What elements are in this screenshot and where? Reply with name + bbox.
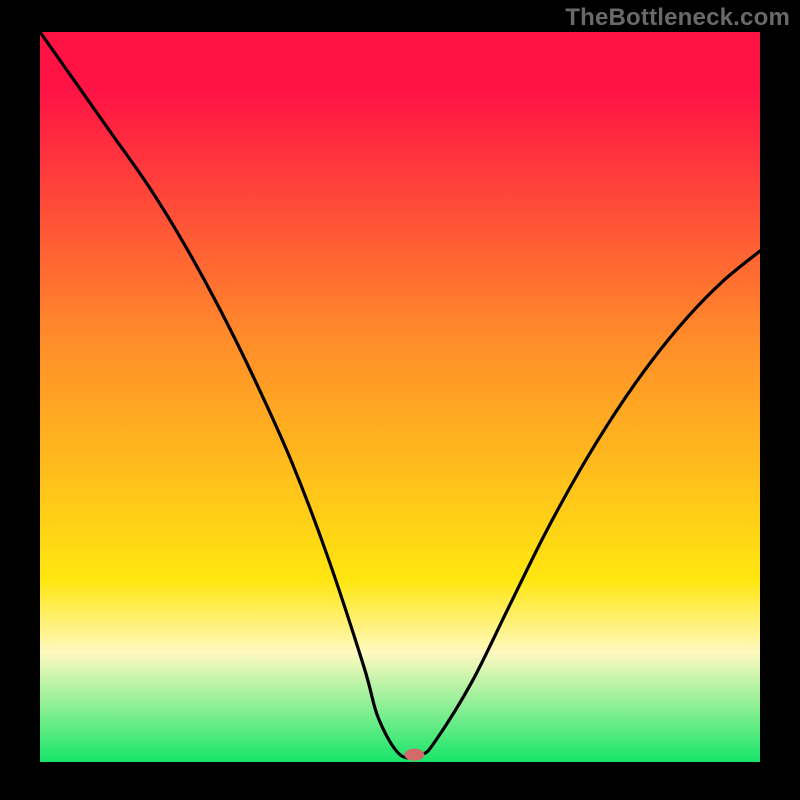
curve-svg xyxy=(40,32,760,762)
bottleneck-curve xyxy=(40,32,760,758)
chart-frame: TheBottleneck.com xyxy=(0,0,800,800)
optimal-point-marker xyxy=(404,749,424,761)
watermark-text: TheBottleneck.com xyxy=(565,4,790,32)
plot-area xyxy=(40,32,760,762)
